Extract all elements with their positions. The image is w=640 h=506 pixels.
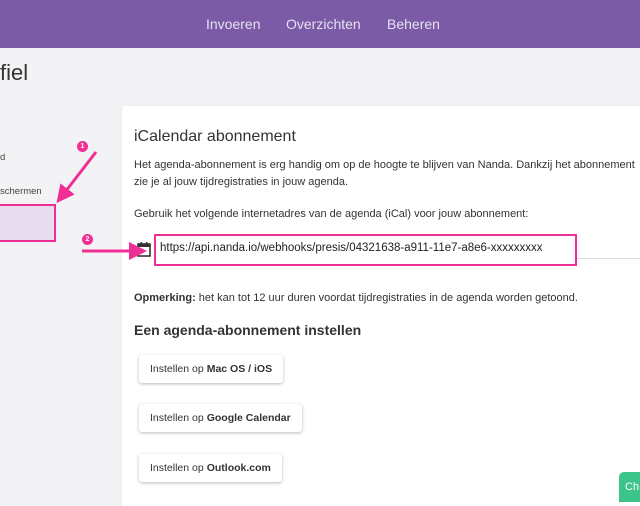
annotation-badge-2: 2 (82, 234, 93, 245)
chat-button[interactable]: Ch (619, 472, 640, 502)
annotation-badge-1: 1 (77, 141, 88, 152)
annotation-arrows (56, 151, 147, 260)
arrow-to-sidebar (56, 151, 98, 204)
